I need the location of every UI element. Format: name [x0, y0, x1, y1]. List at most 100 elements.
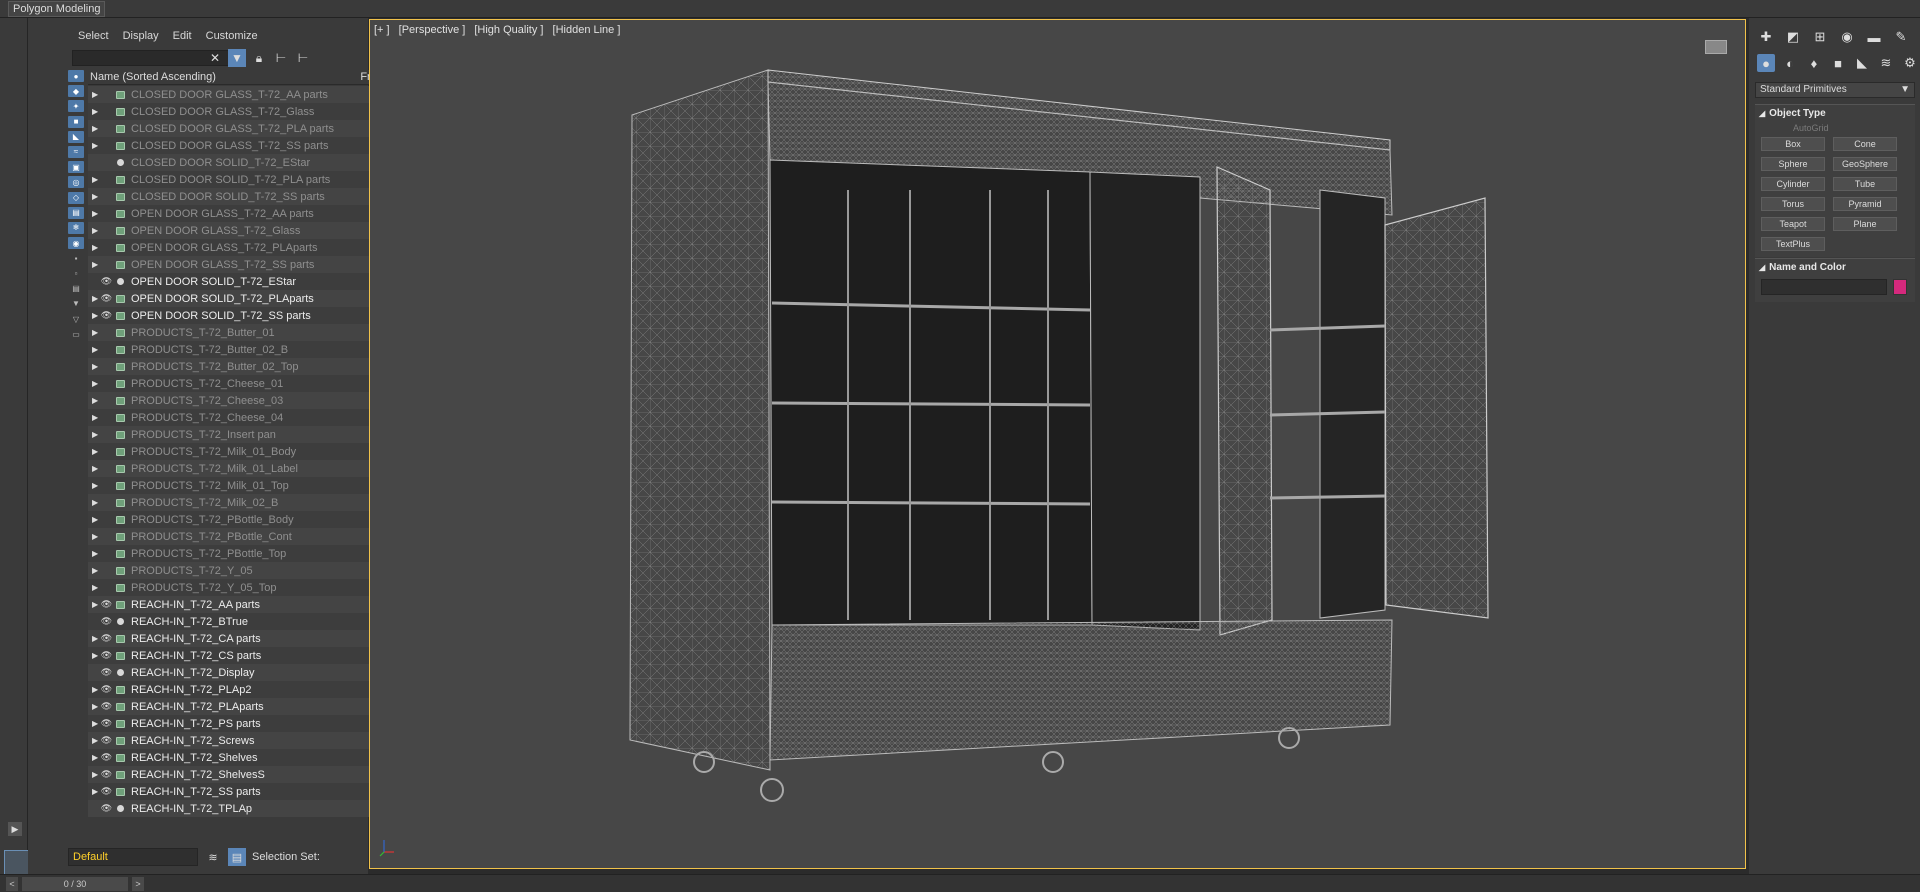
cylinder-button[interactable]: Cylinder	[1761, 177, 1825, 191]
list-item[interactable]: ▶PRODUCTS_T-72_PBottle_Cont❄	[88, 528, 392, 545]
layers-icon[interactable]: ≋	[204, 848, 222, 866]
expand-arrow-icon[interactable]: ▶	[88, 311, 100, 320]
display-tab-icon[interactable]: ▬	[1865, 28, 1883, 46]
visibility-eye-icon[interactable]: 👁︎	[100, 599, 113, 610]
all-filter-icon[interactable]: ▪	[68, 252, 84, 264]
pyramid-button[interactable]: Pyramid	[1833, 197, 1897, 211]
visibility-eye-icon[interactable]: 👁︎	[100, 718, 113, 729]
lock-icon[interactable]: 🔒︎	[250, 49, 268, 67]
expand-arrow-icon[interactable]: ▶	[88, 328, 100, 337]
list-item[interactable]: ▶PRODUCTS_T-72_Insert pan❄	[88, 426, 392, 443]
list-item[interactable]: ▶👁︎REACH-IN_T-72_AA parts❄	[88, 596, 392, 613]
visibility-eye-icon[interactable]: 👁︎	[100, 667, 113, 678]
geosphere-button[interactable]: GeoSphere	[1833, 157, 1897, 171]
funnel2-icon[interactable]: ▽	[68, 313, 84, 325]
box-button[interactable]: Box	[1761, 137, 1825, 151]
modify-tab-icon[interactable]: ◩	[1784, 28, 1802, 46]
list-item[interactable]: ▶CLOSED DOOR GLASS_T-72_AA parts❄	[88, 86, 392, 103]
geometry-filter-icon[interactable]: ●	[68, 70, 84, 82]
primitive-category-dropdown[interactable]: Standard Primitives ▼	[1755, 82, 1915, 98]
expand-arrow-icon[interactable]: ▶	[88, 413, 100, 422]
expand-arrow-icon[interactable]: ▶	[88, 702, 100, 711]
list-item[interactable]: ▶👁︎REACH-IN_T-72_Screws❄	[88, 732, 392, 749]
create-tab-icon[interactable]: ✚	[1757, 28, 1775, 46]
visibility-eye-icon[interactable]: 👁︎	[100, 310, 113, 321]
expand-arrow-icon[interactable]: ▶	[88, 787, 100, 796]
visibility-eye-icon[interactable]: 👁︎	[100, 803, 113, 814]
list-item[interactable]: ▶PRODUCTS_T-72_PBottle_Top❄	[88, 545, 392, 562]
list-item[interactable]: ▶PRODUCTS_T-72_Butter_01❄	[88, 324, 392, 341]
expand-arrow-icon[interactable]: ▶	[88, 243, 100, 252]
expand-arrow-icon[interactable]: ▶	[88, 362, 100, 371]
material-icon[interactable]: ▭	[68, 328, 84, 340]
cone-button[interactable]: Cone	[1833, 137, 1897, 151]
list-item[interactable]: 👁︎REACH-IN_T-72_BTrue❄	[88, 613, 392, 630]
teapot-button[interactable]: Teapot	[1761, 217, 1825, 231]
list-item[interactable]: ▶PRODUCTS_T-72_Y_05❄	[88, 562, 392, 579]
list-item[interactable]: ▶👁︎REACH-IN_T-72_SS parts❄	[88, 783, 392, 800]
list-item[interactable]: ▶PRODUCTS_T-72_Milk_01_Top❄	[88, 477, 392, 494]
viewport-perspective[interactable]: [+ ] [Perspective ] [High Quality ] [Hid…	[369, 19, 1746, 869]
menu-customize[interactable]: Customize	[206, 30, 258, 42]
expand-arrow-icon[interactable]: ▶	[88, 583, 100, 592]
tube-button[interactable]: Tube	[1833, 177, 1897, 191]
list-item[interactable]: ▶PRODUCTS_T-72_PBottle_Body❄	[88, 511, 392, 528]
helpers-filter-icon[interactable]: ◣	[68, 130, 84, 143]
visibility-eye-icon[interactable]: 👁︎	[100, 735, 113, 746]
visibility-eye-icon[interactable]: 👁︎	[100, 769, 113, 780]
utilities-tab-icon[interactable]: ✎	[1892, 28, 1910, 46]
spacewarps-icon[interactable]: ≋	[1877, 54, 1895, 72]
invert-filter-icon[interactable]: ▤	[68, 283, 84, 295]
plane-button[interactable]: Plane	[1833, 217, 1897, 231]
expand-arrow-icon[interactable]: ▶	[88, 192, 100, 201]
textplus-button[interactable]: TextPlus	[1761, 237, 1825, 251]
list-item[interactable]: CLOSED DOOR SOLID_T-72_EStar❄	[88, 154, 392, 171]
list-item[interactable]: ▶CLOSED DOOR GLASS_T-72_SS parts❄	[88, 137, 392, 154]
menu-select[interactable]: Select	[78, 30, 109, 42]
viewcube-icon[interactable]	[1705, 40, 1727, 54]
visibility-eye-icon[interactable]: 👁︎	[100, 616, 113, 627]
expand-arrow-icon[interactable]: ▶	[88, 345, 100, 354]
expand-arrow-icon[interactable]: ▶	[88, 685, 100, 694]
visibility-eye-icon[interactable]: 👁︎	[100, 650, 113, 661]
xrefs-filter-icon[interactable]: ◎	[68, 176, 84, 189]
object-name-input[interactable]	[1761, 279, 1887, 295]
shapes-filter-icon[interactable]: ◆	[68, 85, 84, 98]
list-item[interactable]: ▶PRODUCTS_T-72_Cheese_01❄	[88, 375, 392, 392]
expand-arrow-icon[interactable]: ▶	[8, 822, 22, 836]
list-item[interactable]: ▶PRODUCTS_T-72_Cheese_04❄	[88, 409, 392, 426]
expand-arrow-icon[interactable]: ▶	[88, 464, 100, 473]
list-item[interactable]: ▶PRODUCTS_T-72_Milk_02_B❄	[88, 494, 392, 511]
expand-arrow-icon[interactable]: ▶	[88, 430, 100, 439]
expand-arrow-icon[interactable]: ▶	[88, 294, 100, 303]
list-item[interactable]: ▶CLOSED DOOR GLASS_T-72_Glass❄	[88, 103, 392, 120]
systems-icon[interactable]: ⚙︎	[1901, 54, 1919, 72]
expand-arrow-icon[interactable]: ▶	[88, 566, 100, 575]
list-item[interactable]: ▶CLOSED DOOR SOLID_T-72_SS parts❄	[88, 188, 392, 205]
layer-dropdown[interactable]: Default	[68, 848, 198, 866]
sphere-button[interactable]: Sphere	[1761, 157, 1825, 171]
hidden-filter-icon[interactable]: ◉	[68, 237, 84, 250]
fridge-wireframe[interactable]	[370, 20, 1747, 870]
motion-tab-icon[interactable]: ◉	[1838, 28, 1856, 46]
geometry-icon[interactable]: ●	[1757, 54, 1775, 72]
visibility-eye-icon[interactable]: 👁︎	[100, 684, 113, 695]
expand-arrow-icon[interactable]: ▶	[88, 634, 100, 643]
cameras-icon[interactable]: ■	[1829, 54, 1847, 72]
list-item[interactable]: 👁︎OPEN DOOR SOLID_T-72_EStar❄	[88, 273, 392, 290]
column-name-header[interactable]: Name (Sorted Ascending)	[88, 71, 216, 83]
expand-arrow-icon[interactable]: ▶	[88, 600, 100, 609]
layer-hierarchy-icon[interactable]: ⊢	[294, 49, 312, 67]
autogrid-checkbox[interactable]: AutoGrid	[1755, 121, 1915, 135]
list-item[interactable]: ▶👁︎OPEN DOOR SOLID_T-72_PLAparts❄	[88, 290, 392, 307]
list-item[interactable]: ▶PRODUCTS_T-72_Y_05_Top❄	[88, 579, 392, 596]
visibility-eye-icon[interactable]: 👁︎	[100, 293, 113, 304]
expand-arrow-icon[interactable]: ▶	[88, 447, 100, 456]
expand-arrow-icon[interactable]: ▶	[88, 396, 100, 405]
bones-filter-icon[interactable]: ◇	[68, 191, 84, 204]
list-item[interactable]: ▶👁︎REACH-IN_T-72_PS parts❄	[88, 715, 392, 732]
lights-filter-icon[interactable]: ✦	[68, 100, 84, 113]
next-frame-icon[interactable]: >	[132, 877, 144, 891]
expand-arrow-icon[interactable]: ▶	[88, 175, 100, 184]
expand-arrow-icon[interactable]: ▶	[88, 770, 100, 779]
